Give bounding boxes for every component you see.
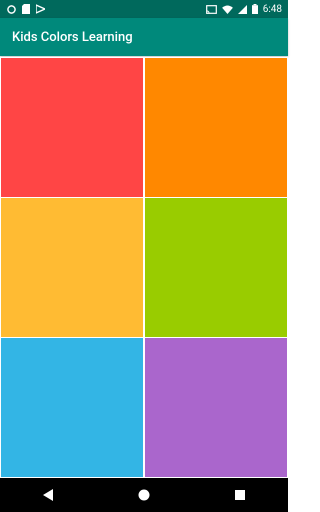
battery-icon bbox=[251, 4, 258, 14]
cast-icon bbox=[205, 4, 217, 14]
status-left-icons bbox=[0, 4, 45, 14]
notification-dot-icon bbox=[7, 4, 16, 14]
back-icon[interactable] bbox=[28, 478, 68, 512]
status-right-icons: 6:48 bbox=[205, 3, 288, 15]
color-grid bbox=[0, 57, 288, 478]
app-title: Kids Colors Learning bbox=[12, 29, 133, 45]
signal-icon bbox=[237, 4, 247, 14]
download-icon bbox=[36, 4, 45, 14]
recents-icon[interactable] bbox=[220, 478, 260, 512]
purple-tile[interactable] bbox=[145, 338, 287, 477]
app-bar: Kids Colors Learning bbox=[0, 18, 288, 56]
status-bar: 6:48 bbox=[0, 0, 288, 18]
navigation-bar bbox=[0, 478, 288, 512]
sd-card-icon bbox=[22, 4, 30, 14]
status-time: 6:48 bbox=[262, 3, 282, 15]
orange-tile[interactable] bbox=[145, 58, 287, 197]
home-icon[interactable] bbox=[124, 478, 164, 512]
blue-tile[interactable] bbox=[1, 338, 143, 477]
green-tile[interactable] bbox=[145, 198, 287, 337]
yellow-tile[interactable] bbox=[1, 198, 143, 337]
wifi-icon bbox=[221, 4, 233, 14]
red-tile[interactable] bbox=[1, 58, 143, 197]
